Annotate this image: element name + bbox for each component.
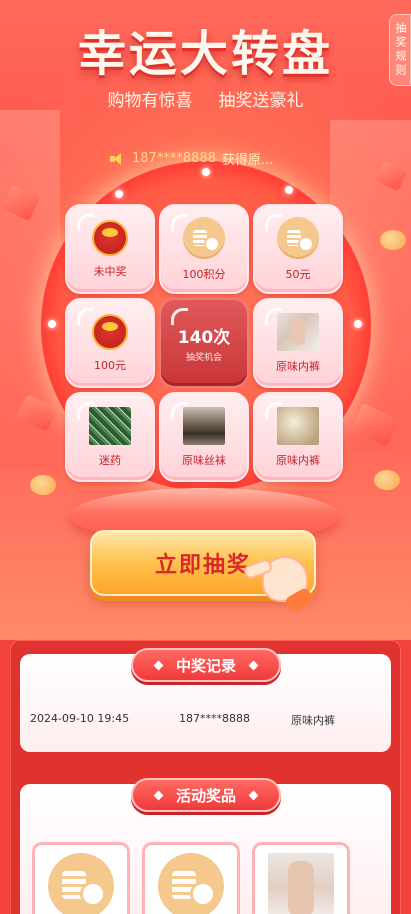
coin-icon bbox=[183, 216, 225, 259]
cell-label: 原味内裤 bbox=[276, 359, 320, 373]
subtitle-right: 抽奖送豪礼 bbox=[218, 91, 304, 111]
notice-text: 获得原... bbox=[221, 153, 274, 168]
records-title: 中奖记录 bbox=[175, 656, 236, 675]
grid-cell-product[interactable]: 原味内裤 bbox=[253, 298, 343, 388]
red-bag-icon bbox=[92, 313, 128, 350]
product-image bbox=[89, 406, 131, 445]
product-image bbox=[183, 406, 225, 445]
grid-cell-no-prize[interactable]: 未中奖 bbox=[65, 204, 155, 294]
light-dot bbox=[202, 168, 210, 176]
light-dot bbox=[285, 186, 293, 194]
diamond-icon bbox=[153, 790, 164, 800]
cell-label: 未中奖 bbox=[93, 264, 127, 278]
subtitle: 购物有惊喜 抽奖送豪礼 bbox=[0, 86, 411, 111]
red-bag-icon bbox=[92, 219, 128, 256]
notice-phone: 187****8888 bbox=[132, 151, 216, 166]
gold-coin-deco bbox=[30, 475, 56, 495]
grid-cell-product[interactable]: 原味丝袜 bbox=[159, 392, 249, 482]
cell-label: 100积分 bbox=[182, 267, 226, 281]
prize-grid: 未中奖 100积分 50元 100元 140次 抽奖机会 原味内裤 迷药 原味丝… bbox=[65, 204, 347, 486]
rules-button[interactable]: 抽奖规则 bbox=[389, 14, 411, 86]
light-dot bbox=[115, 190, 123, 198]
gold-coin-deco bbox=[380, 230, 406, 250]
records-header: 中奖记录 bbox=[131, 648, 281, 682]
gold-coin-deco bbox=[374, 470, 400, 490]
product-image bbox=[277, 312, 319, 351]
grid-cell-points[interactable]: 100积分 bbox=[159, 204, 249, 294]
chance-count: 140次 bbox=[177, 328, 231, 348]
prizes-title: 活动奖品 bbox=[175, 786, 236, 805]
coin-icon bbox=[277, 216, 319, 259]
prizes-header: 活动奖品 bbox=[131, 778, 281, 812]
prize-card[interactable] bbox=[32, 842, 130, 914]
grid-cell-product[interactable]: 迷药 bbox=[65, 392, 155, 482]
cell-label: 迷药 bbox=[99, 453, 121, 467]
prize-card[interactable] bbox=[142, 842, 240, 914]
light-dot bbox=[354, 320, 362, 328]
coin-icon bbox=[48, 853, 114, 914]
light-dot bbox=[48, 320, 56, 328]
product-image bbox=[277, 406, 319, 445]
chance-label: 抽奖机会 bbox=[185, 353, 222, 363]
record-phone: 187****8888 bbox=[179, 712, 250, 725]
coin-icon bbox=[158, 853, 224, 914]
speaker-icon bbox=[110, 152, 126, 166]
cell-label: 100元 bbox=[94, 358, 126, 372]
diamond-icon bbox=[153, 660, 164, 670]
grid-cell-50[interactable]: 50元 bbox=[253, 204, 343, 294]
diamond-icon bbox=[248, 660, 259, 670]
prize-card[interactable] bbox=[252, 842, 350, 914]
cell-label: 原味内裤 bbox=[276, 453, 320, 467]
product-image bbox=[268, 853, 334, 914]
draw-chances-center[interactable]: 140次 抽奖机会 bbox=[159, 298, 249, 388]
diamond-icon bbox=[248, 790, 259, 800]
record-row: 2024-09-10 19:45 187****8888 原味内裤 bbox=[30, 712, 380, 728]
record-prize: 原味内裤 bbox=[291, 714, 335, 727]
pointing-hand-icon bbox=[262, 556, 308, 602]
prize-list bbox=[32, 842, 350, 914]
grid-cell-100[interactable]: 100元 bbox=[65, 298, 155, 388]
cell-label: 原味丝袜 bbox=[182, 453, 226, 467]
records-panel: 中奖记录 2024-09-10 19:45 187****8888 原味内裤 bbox=[20, 648, 391, 752]
record-time: 2024-09-10 19:45 bbox=[30, 712, 130, 725]
cell-label: 50元 bbox=[285, 267, 311, 281]
win-notice: 187****8888 获得原... bbox=[110, 149, 273, 168]
subtitle-left: 购物有惊喜 bbox=[107, 91, 193, 111]
page-title: 幸运大转盘 bbox=[77, 26, 333, 82]
grid-cell-product[interactable]: 原味内裤 bbox=[253, 392, 343, 482]
prizes-panel: 活动奖品 bbox=[20, 778, 391, 914]
